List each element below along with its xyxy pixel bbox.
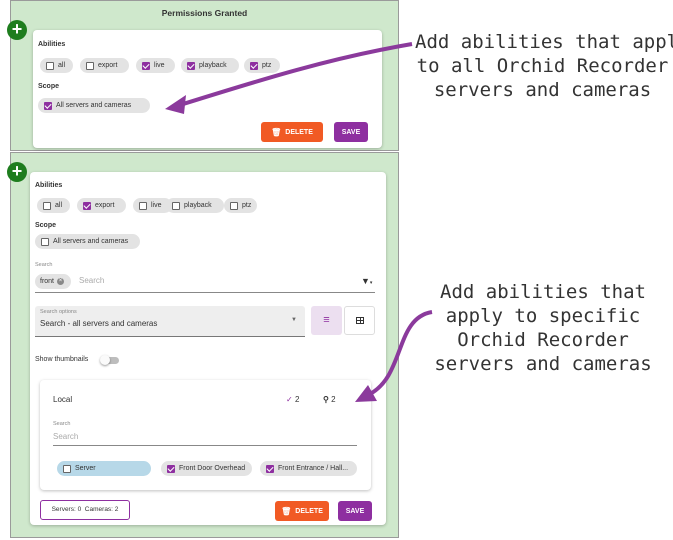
ability-chip-playback[interactable]: playback xyxy=(181,58,239,73)
search-tag-chip[interactable]: front × xyxy=(35,274,71,289)
thumbnails-toggle[interactable] xyxy=(100,355,119,365)
checkbox-icon[interactable] xyxy=(43,201,51,210)
list-view-button[interactable]: ≡ xyxy=(311,306,342,335)
ability-chip-export[interactable]: export xyxy=(80,58,129,73)
save-button[interactable]: SAVE xyxy=(334,122,368,142)
close-circle-icon[interactable]: × xyxy=(57,278,65,285)
search-count: ⚲ 2 xyxy=(323,395,336,404)
checkbox-icon[interactable] xyxy=(41,237,49,246)
top-permission-card: Abilities all export live playback ptz S… xyxy=(33,30,382,148)
local-search-underline xyxy=(53,445,357,446)
search-icon: ⚲ xyxy=(323,395,329,404)
camera-chip-front-entrance[interactable]: Front Entrance / Hall... xyxy=(260,461,357,476)
abilities-label: Abilities xyxy=(35,182,63,189)
checkbox-checked-icon[interactable] xyxy=(44,101,52,110)
check-icon: ✓ xyxy=(286,395,293,404)
checkbox-icon[interactable] xyxy=(46,61,54,70)
ability-chip-all[interactable]: all xyxy=(40,58,73,73)
local-card-title: Local xyxy=(53,395,73,404)
delete-button[interactable]: 🗑 DELETE xyxy=(275,501,329,521)
search-underline xyxy=(35,292,375,293)
scope-label: Scope xyxy=(38,83,60,90)
delete-button[interactable]: 🗑 DELETE xyxy=(261,122,323,142)
dropdown-arrow-icon: ▼ xyxy=(291,317,297,323)
show-thumbnails-label: Show thumbnails xyxy=(35,356,89,363)
scope-chip-all[interactable]: All servers and cameras xyxy=(38,98,150,113)
annotation-bottom: Add abilities that apply to specific Orc… xyxy=(434,281,652,375)
checkbox-icon[interactable] xyxy=(172,201,180,210)
grid-icon xyxy=(356,317,364,324)
scope-chip-all[interactable]: All servers and cameras xyxy=(35,234,140,249)
grid-view-button[interactable] xyxy=(344,306,375,335)
ability-chip-export[interactable]: export xyxy=(77,198,126,213)
annotation-top: Add abilities that apply to all Orchid R… xyxy=(415,31,673,101)
checked-count: ✓ 2 xyxy=(286,395,300,404)
ability-chip-ptz[interactable]: ptz xyxy=(244,58,280,73)
toggle-knob xyxy=(100,355,110,365)
add-permission-icon[interactable]: + xyxy=(7,162,27,182)
checkbox-icon[interactable] xyxy=(139,201,147,210)
bottom-permission-card: Abilities all export live playback ptz S… xyxy=(30,172,386,525)
trash-icon: 🗑 xyxy=(281,506,292,516)
ability-chip-ptz[interactable]: ptz xyxy=(224,198,257,213)
filter-icon[interactable]: ▼▾ xyxy=(361,276,372,286)
ability-chip-playback[interactable]: playback xyxy=(166,198,224,213)
checkbox-checked-icon[interactable] xyxy=(142,61,150,70)
search-options-value: Search - all servers and cameras xyxy=(40,319,158,328)
checkbox-checked-icon[interactable] xyxy=(187,61,195,70)
checkbox-icon[interactable] xyxy=(63,464,71,473)
summary-badge: Servers: 0 Cameras: 2 xyxy=(40,500,130,520)
local-server-card: Local ✓ 2 ⚲ 2 Search Search Server Front… xyxy=(40,380,371,490)
panel-title: Permissions Granted xyxy=(161,8,248,18)
local-search-label: Search xyxy=(53,421,71,427)
trash-icon: 🗑 xyxy=(271,127,282,137)
checkbox-checked-icon[interactable] xyxy=(167,464,175,473)
save-button[interactable]: SAVE xyxy=(338,501,372,521)
checkbox-checked-icon[interactable] xyxy=(83,201,91,210)
search-field-label: Search xyxy=(35,262,53,268)
checkbox-icon[interactable] xyxy=(230,201,238,210)
search-options-select[interactable]: Search options Search - all servers and … xyxy=(35,306,305,337)
local-search-input[interactable]: Search xyxy=(53,432,78,441)
checkbox-checked-icon[interactable] xyxy=(266,464,274,473)
server-chip[interactable]: Server xyxy=(57,461,151,476)
ability-chip-all[interactable]: all xyxy=(37,198,70,213)
ability-chip-live[interactable]: live xyxy=(136,58,175,73)
checkbox-checked-icon[interactable] xyxy=(250,61,258,70)
search-options-label: Search options xyxy=(40,309,77,315)
checkbox-icon[interactable] xyxy=(86,61,94,70)
camera-chip-front-door[interactable]: Front Door Overhead xyxy=(161,461,252,476)
search-input[interactable]: Search xyxy=(79,276,104,285)
add-permission-icon[interactable]: + xyxy=(7,20,27,40)
abilities-label: Abilities xyxy=(38,41,66,48)
scope-label: Scope xyxy=(35,222,57,229)
